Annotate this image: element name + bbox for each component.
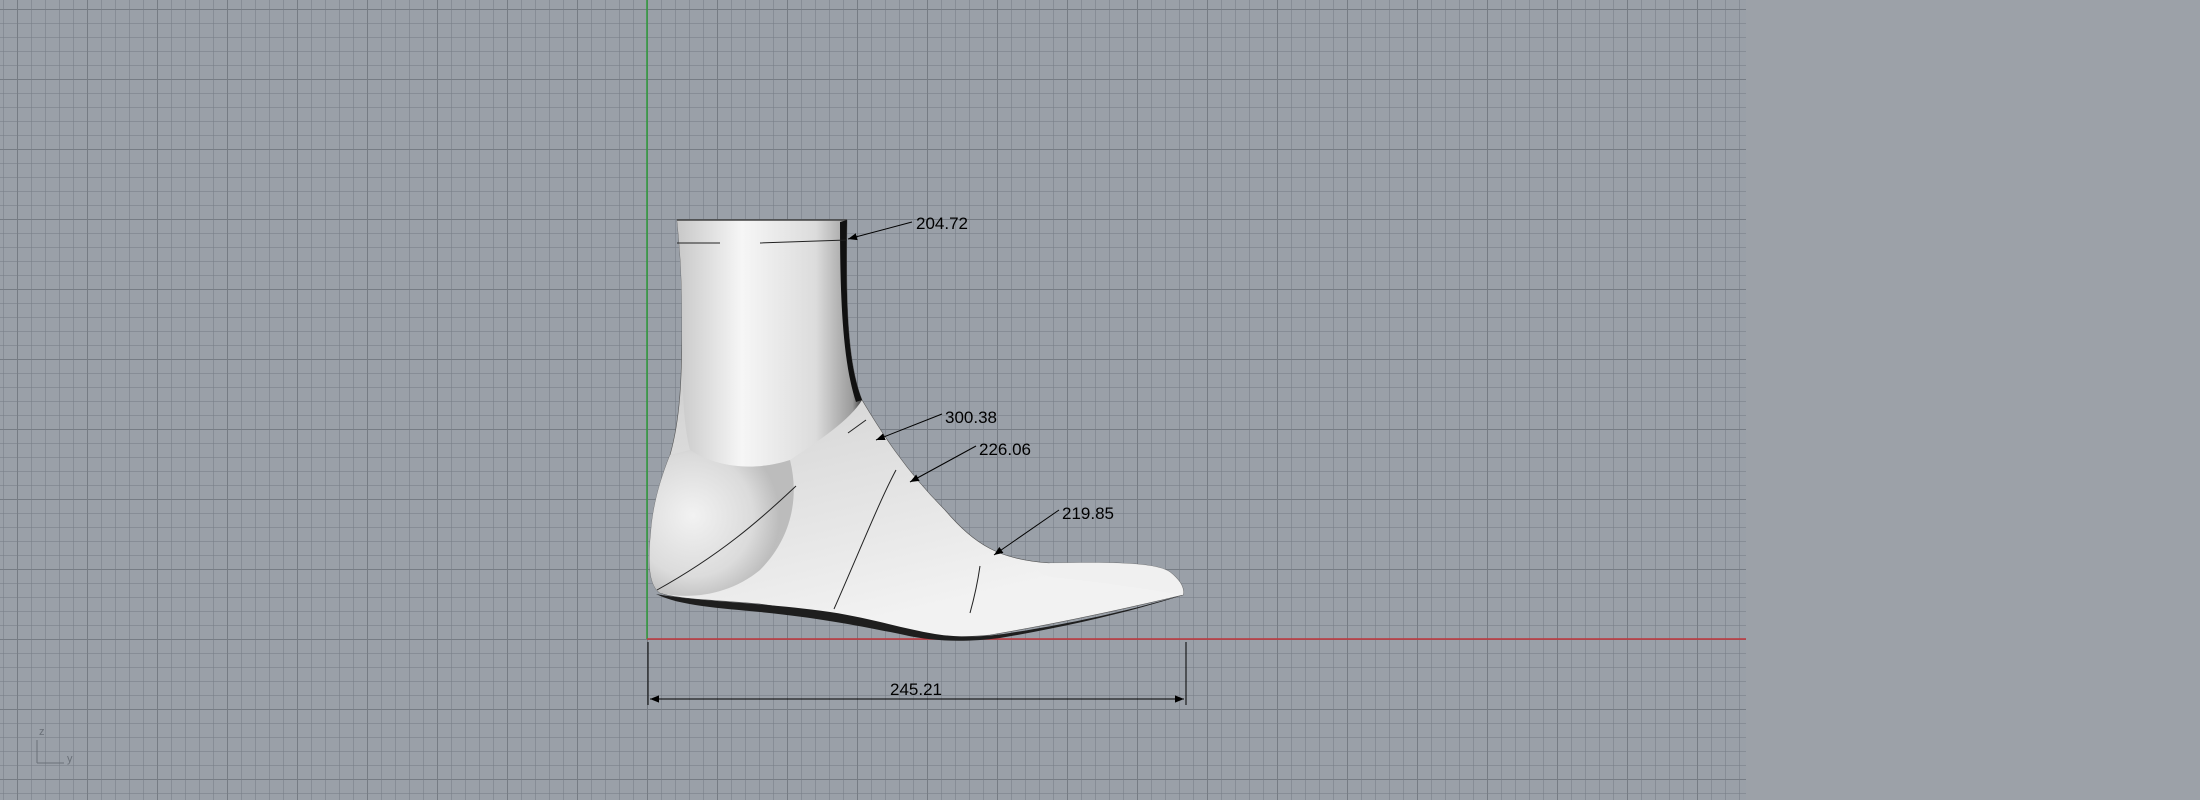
- scene-canvas[interactable]: 204.72 300.38 226.06 219.85 245.21 z y: [0, 0, 1746, 800]
- dimension-value: 204.72: [916, 214, 968, 233]
- viewport-right-view[interactable]: 204.72 300.38 226.06 219.85 245.21 z y: [0, 0, 1746, 800]
- dimension-value: 226.06: [979, 440, 1031, 459]
- dimension-instep-girth[interactable]: 300.38: [875, 408, 997, 441]
- side-panel: [1746, 0, 2200, 800]
- dimension-value: 245.21: [890, 680, 942, 699]
- dimension-length[interactable]: 245.21: [647, 642, 1187, 705]
- dimension-value: 219.85: [1062, 504, 1114, 523]
- leader-line: [909, 445, 977, 483]
- leader-line: [847, 221, 913, 241]
- dimension-value: 300.38: [945, 408, 997, 427]
- shoe-last-model[interactable]: [649, 219, 1184, 641]
- axis-widget-y-label: y: [67, 753, 73, 765]
- leader-line: [875, 413, 943, 441]
- dimension-ankle-girth[interactable]: 204.72: [847, 214, 968, 241]
- dimension-ball-girth[interactable]: 219.85: [993, 504, 1114, 556]
- axis-widget: z y: [36, 726, 73, 765]
- axis-widget-z-label: z: [39, 726, 45, 738]
- leader-line: [993, 509, 1060, 556]
- cad-application: 204.72 300.38 226.06 219.85 245.21 z y: [0, 0, 2200, 800]
- dimension-waist-girth[interactable]: 226.06: [909, 440, 1031, 483]
